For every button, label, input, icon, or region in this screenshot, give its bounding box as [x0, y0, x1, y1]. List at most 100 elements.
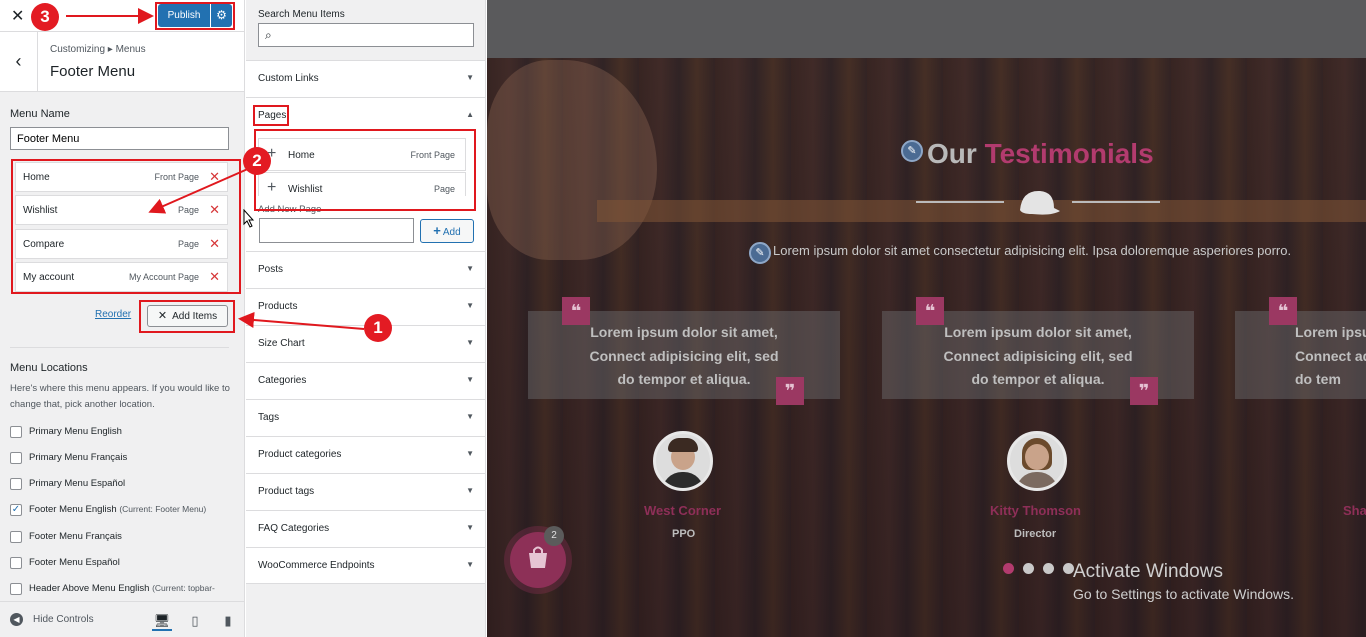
tablet-preview-icon[interactable]: ▯	[185, 611, 205, 631]
section-label[interactable]: Pages	[258, 110, 286, 121]
annotation-step-number: 2	[243, 147, 271, 175]
chevron-down-icon: ▼	[466, 449, 474, 458]
chevron-up-icon[interactable]: ▲	[466, 110, 474, 119]
testimonial-card: ❝ Lorem ipsum dolor sit amet, Connect adi…	[528, 297, 840, 405]
location-label: Footer Menu English (Current: Footer Men…	[29, 504, 207, 515]
publish-button[interactable]: Publish	[158, 4, 210, 27]
testimonials-subtitle: Lorem ipsum dolor sit amet consectetur a…	[773, 243, 1292, 258]
quote-open-icon: ❝	[1269, 297, 1297, 325]
shopping-bag-icon	[529, 546, 547, 568]
section-product-tags[interactable]: Product tags ▼	[246, 473, 485, 510]
section-tags[interactable]: Tags ▼	[246, 399, 485, 436]
section-label: Custom Links	[258, 73, 319, 84]
customizer-sidebar: ✕ Publish ⚙ ‹ Customizing ▸ Menus Footer…	[0, 0, 245, 637]
close-icon[interactable]: ✕	[11, 6, 24, 26]
divider	[1072, 201, 1160, 203]
section-label: WooCommerce Endpoints	[258, 560, 375, 571]
menu-item-label: Home	[23, 172, 50, 183]
quote-close-icon: ❞	[776, 377, 804, 405]
section-label: FAQ Categories	[258, 523, 330, 534]
menu-item-type: Page	[177, 239, 199, 249]
chevron-down-icon: ▼	[466, 560, 474, 569]
location-primary-espanol[interactable]: Primary Menu Español	[10, 477, 240, 491]
location-label: Primary Menu English	[29, 426, 122, 437]
location-footer-espanol[interactable]: Footer Menu Español	[10, 556, 240, 570]
add-items-label: Add Items	[172, 311, 218, 322]
menu-item-type: Page	[177, 205, 199, 215]
checkbox[interactable]	[10, 452, 22, 464]
page-item-type: Front Page	[410, 150, 455, 160]
page-item-home[interactable]: + Home Front Page	[258, 138, 466, 171]
section-product-categories[interactable]: Product categories ▼	[246, 436, 485, 473]
reorder-link[interactable]: Reorder	[95, 309, 131, 320]
new-page-title-input[interactable]	[259, 218, 414, 243]
search-icon: ⌕	[265, 28, 272, 42]
menu-item-label: Wishlist	[23, 205, 58, 216]
menu-locations-title: Menu Locations	[10, 362, 88, 374]
section-woocommerce-endpoints[interactable]: WooCommerce Endpoints ▼	[246, 547, 485, 584]
location-footer-francais[interactable]: Footer Menu Français	[10, 530, 240, 544]
background-decoration	[597, 200, 1366, 222]
location-label: Primary Menu Français	[29, 452, 128, 463]
menu-name-label: Menu Name	[10, 108, 70, 120]
testimonial-author-role: PPO	[672, 528, 696, 540]
location-label: Footer Menu Français	[29, 531, 122, 542]
checkbox[interactable]	[10, 531, 22, 543]
remove-icon[interactable]: ✕	[209, 202, 220, 218]
section-label: Size Chart	[258, 338, 305, 349]
location-primary-english[interactable]: Primary Menu English	[10, 425, 240, 439]
location-primary-francais[interactable]: Primary Menu Français	[10, 451, 240, 465]
hide-controls-icon[interactable]: ◀	[10, 613, 23, 626]
section-label: Products	[258, 301, 298, 312]
desktop-preview-icon[interactable]: 🖥	[152, 611, 172, 631]
customizer-footer: ◀ Hide Controls 🖥 ▯ ▮	[0, 601, 244, 637]
mobile-preview-icon[interactable]: ▮	[218, 611, 238, 631]
mouse-cursor-icon	[243, 209, 255, 228]
chevron-down-icon: ▼	[466, 264, 474, 273]
remove-icon[interactable]: ✕	[209, 236, 220, 252]
panel-header: ‹ Customizing ▸ Menus Footer Menu	[0, 32, 244, 92]
publish-settings-gear-icon[interactable]: ⚙	[211, 4, 232, 27]
location-header-above-english[interactable]: Header Above Menu English (Current: topb…	[10, 582, 240, 596]
checkbox[interactable]	[10, 583, 22, 595]
remove-icon[interactable]: ✕	[209, 269, 220, 285]
hide-controls-button[interactable]: Hide Controls	[33, 614, 94, 625]
testimonials-title: Our Testimonials	[927, 138, 1154, 169]
chevron-down-icon: ▼	[466, 486, 474, 495]
back-chevron-icon[interactable]: ‹	[0, 32, 38, 92]
add-new-page-label: Add New Page	[258, 204, 322, 215]
location-label: Footer Menu Español	[29, 557, 120, 568]
testimonial-author-name: West Corner	[644, 503, 722, 518]
remove-icon[interactable]: ✕	[209, 169, 220, 185]
checkbox[interactable]	[10, 557, 22, 569]
add-page-button[interactable]: + Add	[420, 219, 474, 243]
carousel-dot[interactable]	[1023, 563, 1034, 574]
section-faq-categories[interactable]: FAQ Categories ▼	[246, 510, 485, 547]
checkbox[interactable]	[10, 426, 22, 438]
menu-item-compare[interactable]: Compare Page ✕	[15, 229, 228, 259]
checkbox[interactable]	[10, 478, 22, 490]
menu-item-my-account[interactable]: My account My Account Page ✕	[15, 262, 228, 292]
quote-close-icon: ❞	[1130, 377, 1158, 405]
page-item-wishlist[interactable]: + Wishlist Page	[258, 172, 466, 196]
menu-item-home[interactable]: Home Front Page ✕	[15, 162, 228, 192]
location-label: Primary Menu Español	[29, 478, 126, 489]
menu-item-label: Compare	[23, 239, 65, 250]
section-categories[interactable]: Categories ▼	[246, 362, 485, 399]
carousel-dot[interactable]	[1003, 563, 1014, 574]
add-items-button[interactable]: ✕ Add Items	[147, 305, 228, 327]
annotation-step-number: 3	[31, 3, 59, 31]
section-posts[interactable]: Posts ▼	[246, 251, 485, 288]
chevron-down-icon: ▼	[466, 412, 474, 421]
section-custom-links[interactable]: Custom Links ▼	[246, 60, 485, 97]
checkbox-checked-icon[interactable]: ✓	[10, 504, 22, 516]
edit-pencil-icon[interactable]: ✎	[749, 242, 771, 264]
menu-name-input[interactable]	[10, 127, 229, 150]
menu-item-wishlist[interactable]: Wishlist Page ✕	[15, 195, 228, 225]
search-input[interactable]: ⌕	[258, 23, 474, 47]
avatar	[653, 431, 713, 491]
carousel-dot[interactable]	[1043, 563, 1054, 574]
annotation-step-number: 1	[364, 314, 392, 342]
location-footer-english[interactable]: ✓ Footer Menu English (Current: Footer M…	[10, 503, 240, 517]
edit-pencil-icon[interactable]: ✎	[901, 140, 923, 162]
